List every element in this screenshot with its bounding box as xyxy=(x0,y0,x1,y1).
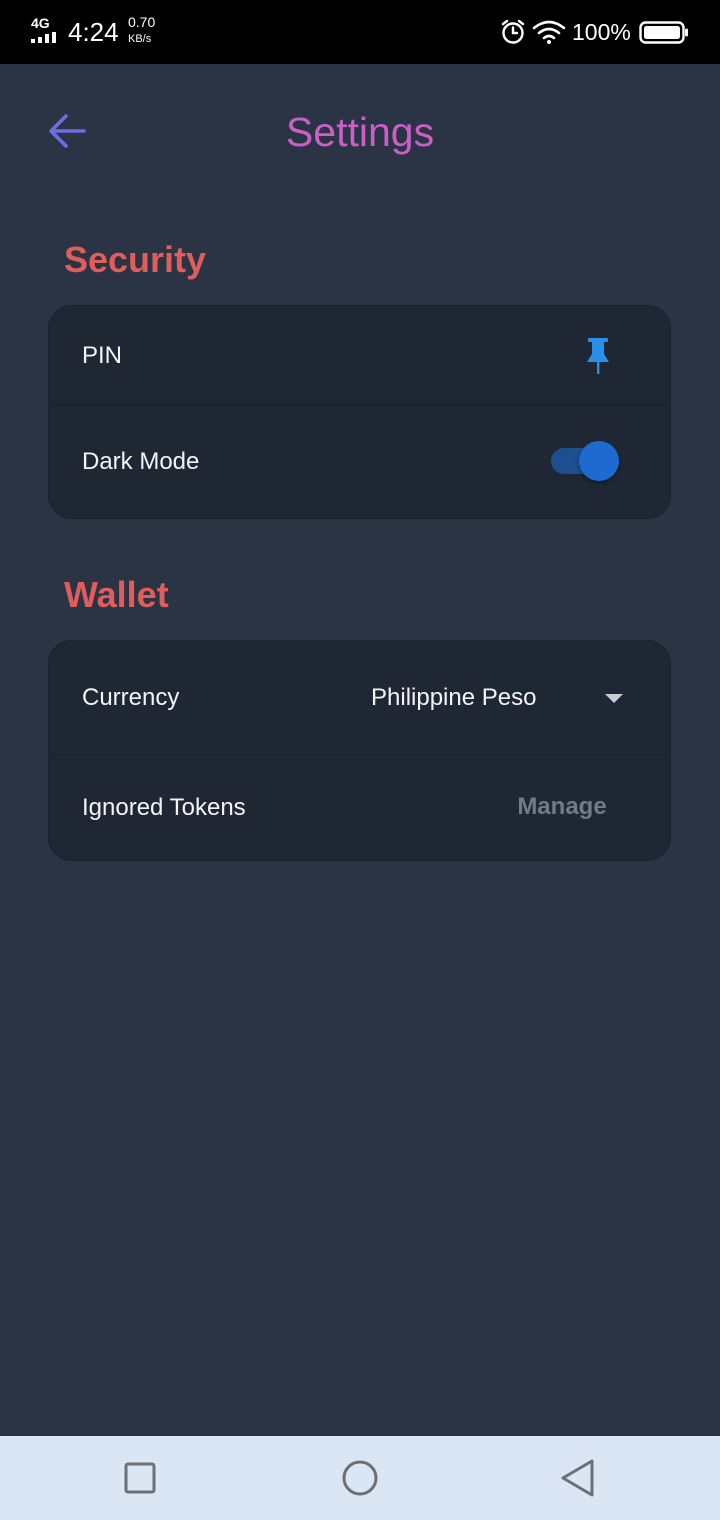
pin-label: PIN xyxy=(82,342,123,369)
alarm-icon xyxy=(501,19,525,44)
network-speed-value: 0.70 xyxy=(128,14,156,30)
currency-row: Currency Philippine Peso xyxy=(49,641,670,755)
wifi-icon xyxy=(532,20,566,44)
toggle-knob xyxy=(579,441,619,481)
pin-row[interactable]: PIN xyxy=(49,306,670,405)
battery-icon xyxy=(639,21,688,44)
wallet-card: Currency Philippine Peso Ignored Tokens … xyxy=(48,640,671,861)
network-speed-unit: KB/s xyxy=(128,33,152,45)
recents-square-icon[interactable] xyxy=(118,1456,162,1500)
signal-icon xyxy=(31,32,56,43)
ignored-tokens-row: Ignored Tokens Manage xyxy=(49,755,670,860)
status-time: 4:24 xyxy=(68,17,119,47)
page-title: Settings xyxy=(285,109,435,155)
currency-dropdown[interactable]: Philippine Peso xyxy=(369,679,629,719)
dark-mode-toggle[interactable] xyxy=(549,440,621,482)
currency-label: Currency xyxy=(82,684,180,711)
system-nav-bar xyxy=(0,1436,720,1520)
status-bar: 4G 4:24 0.70 KB/s 100% xyxy=(0,0,720,64)
network-indicator: 4G xyxy=(31,15,61,45)
section-title-wallet: Wallet xyxy=(64,574,169,615)
caret-down-icon xyxy=(605,694,623,703)
currency-value: Philippine Peso xyxy=(371,684,537,711)
home-circle-icon[interactable] xyxy=(338,1456,382,1500)
network-speed: 0.70 KB/s xyxy=(128,14,155,46)
battery-percent: 100% xyxy=(572,19,631,45)
pushpin-icon[interactable] xyxy=(585,336,611,376)
section-title-security: Security xyxy=(64,239,207,280)
app-header: Settings xyxy=(0,64,720,204)
manage-button[interactable]: Manage xyxy=(507,792,617,822)
ignored-tokens-label: Ignored Tokens xyxy=(82,794,246,821)
dark-mode-row: Dark Mode xyxy=(49,405,670,518)
dark-mode-label: Dark Mode xyxy=(82,448,200,475)
back-triangle-icon[interactable] xyxy=(556,1456,600,1500)
security-card: PIN Dark Mode xyxy=(48,305,671,519)
network-type: 4G xyxy=(31,15,50,31)
